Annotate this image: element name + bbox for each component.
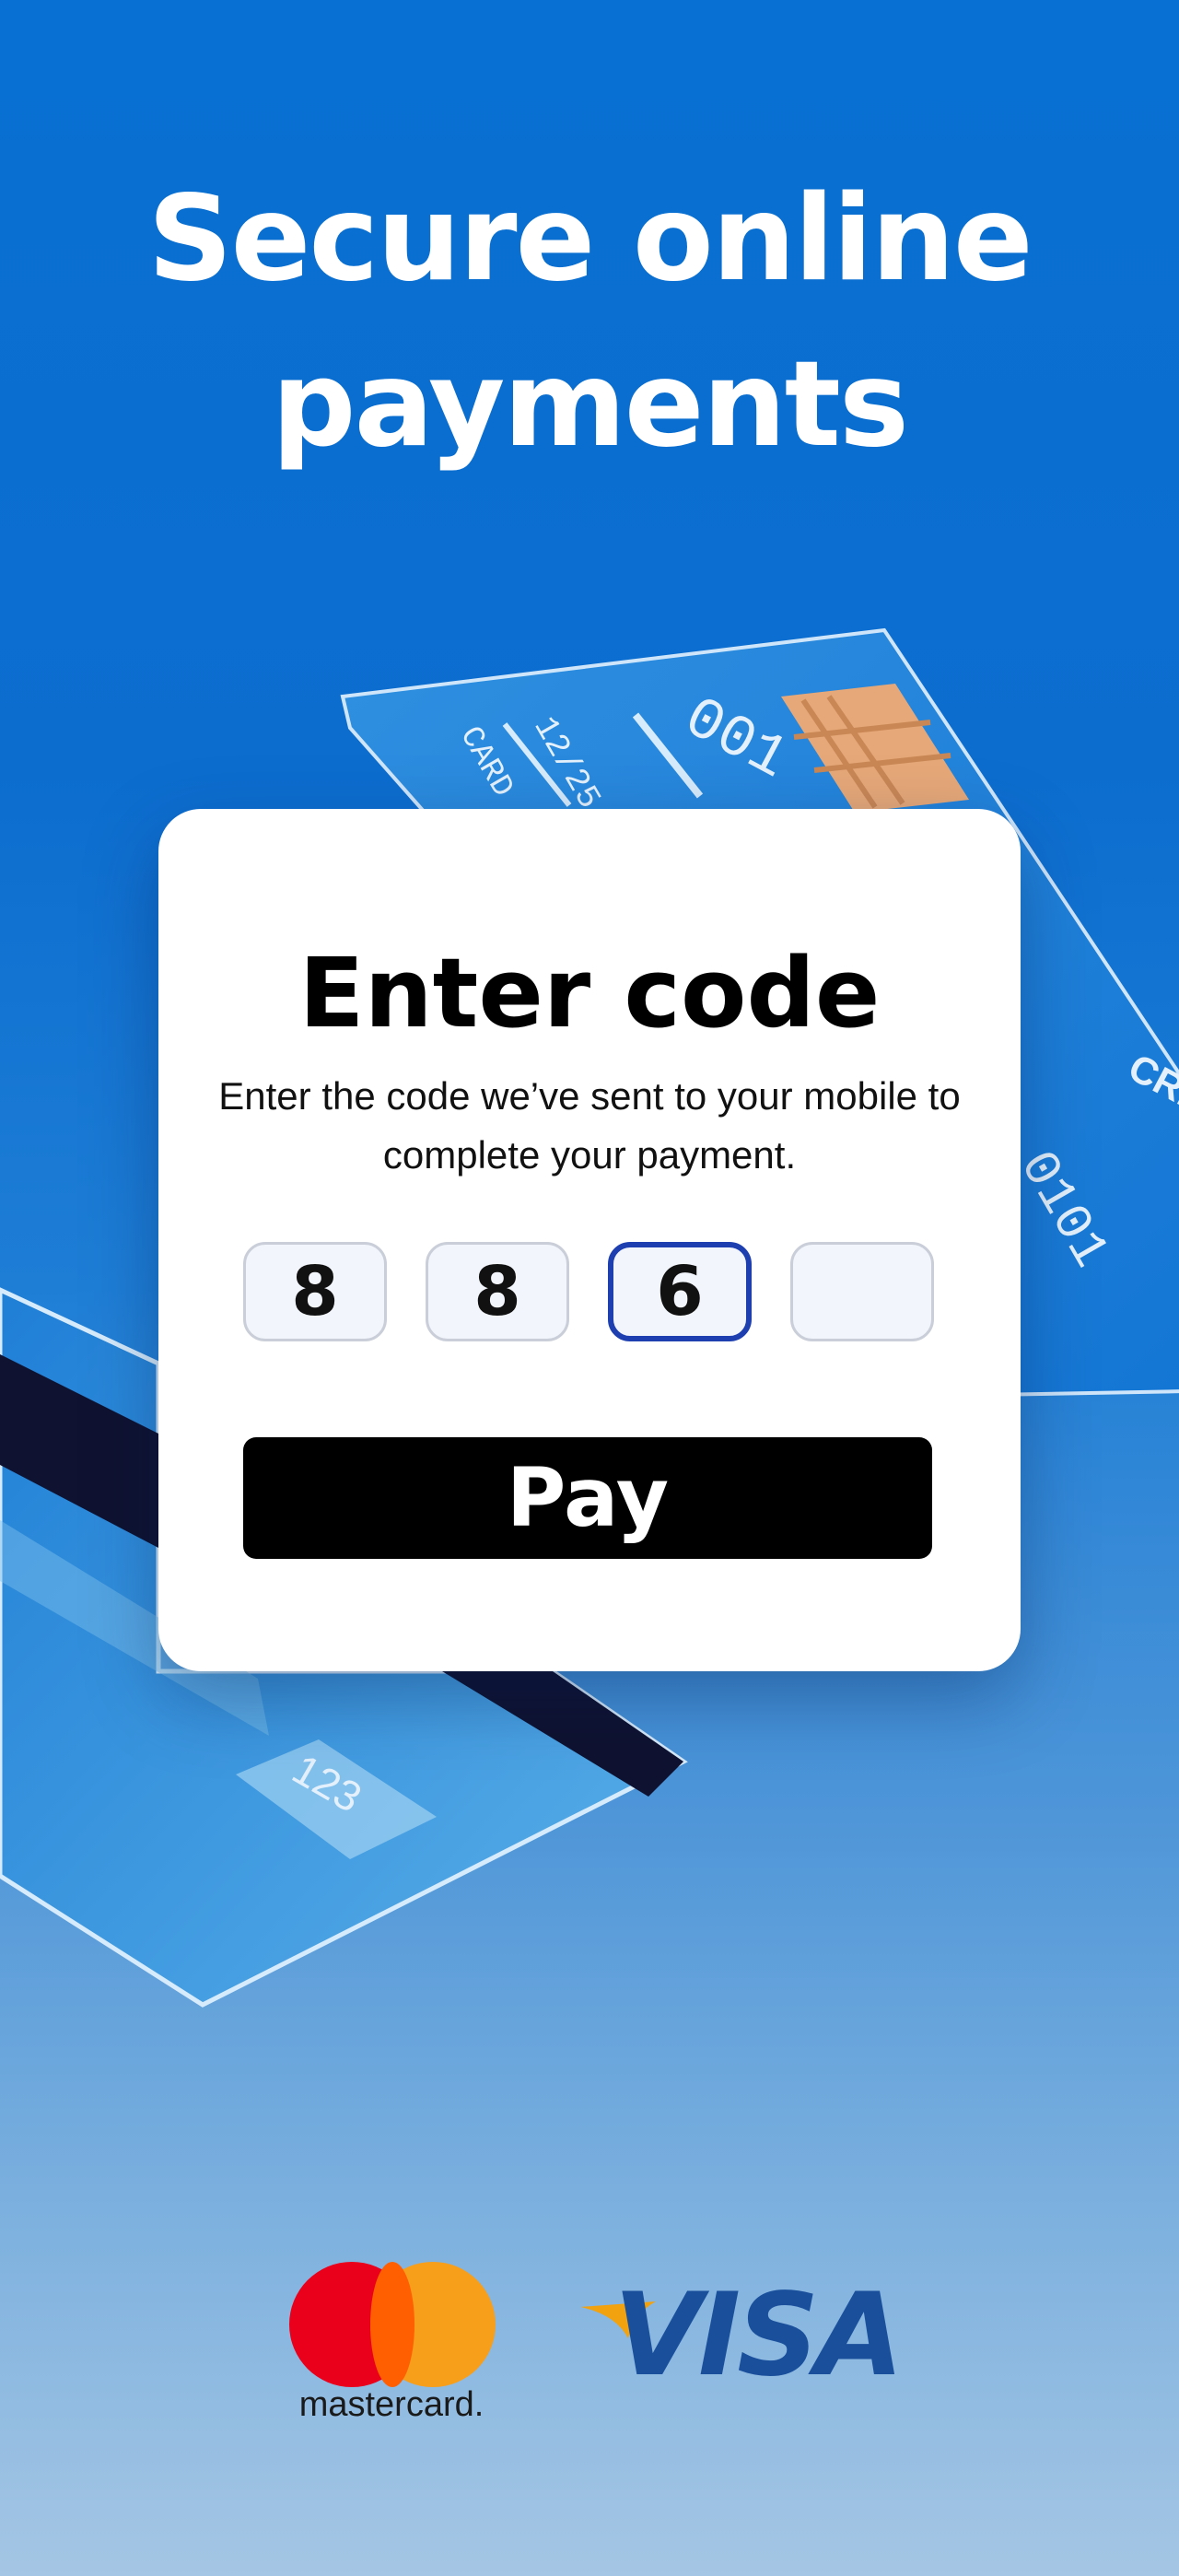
chip-icon: [781, 684, 969, 813]
code-input-group: 8 8 6: [243, 1242, 936, 1341]
verification-dialog: Enter code Enter the code we’ve sent to …: [158, 809, 1021, 1671]
code-digit-3[interactable]: 6: [608, 1242, 752, 1341]
mastercard-logo: mastercard.: [286, 2262, 497, 2428]
mastercard-wordmark: mastercard.: [298, 2385, 484, 2424]
headline-line-1: Secure online: [147, 170, 1033, 308]
headline-line-2: payments: [271, 336, 909, 474]
card-expiry-label: 12/25: [525, 710, 608, 815]
card-number-fragment: 001: [673, 685, 799, 794]
card-cvv: 123: [285, 1745, 369, 1821]
card-type-label: CARD: [451, 721, 519, 804]
mastercard-overlap: [370, 2262, 414, 2387]
code-digit-1[interactable]: 8: [243, 1242, 387, 1341]
dialog-title: Enter code: [298, 937, 881, 1049]
code-digit-2[interactable]: 8: [426, 1242, 569, 1341]
dialog-description: Enter the code we’ve sent to your mobile…: [218, 1074, 961, 1177]
card-side-text: CRE: [1122, 1045, 1179, 1121]
card-side-number: 0101: [1007, 1142, 1120, 1278]
headline: Secure online payments: [0, 157, 1179, 488]
code-digit-4[interactable]: [790, 1242, 934, 1341]
visa-logo: VISA: [580, 2276, 904, 2395]
pay-button[interactable]: Pay: [243, 1437, 932, 1559]
visa-wordmark: VISA: [613, 2269, 904, 2402]
